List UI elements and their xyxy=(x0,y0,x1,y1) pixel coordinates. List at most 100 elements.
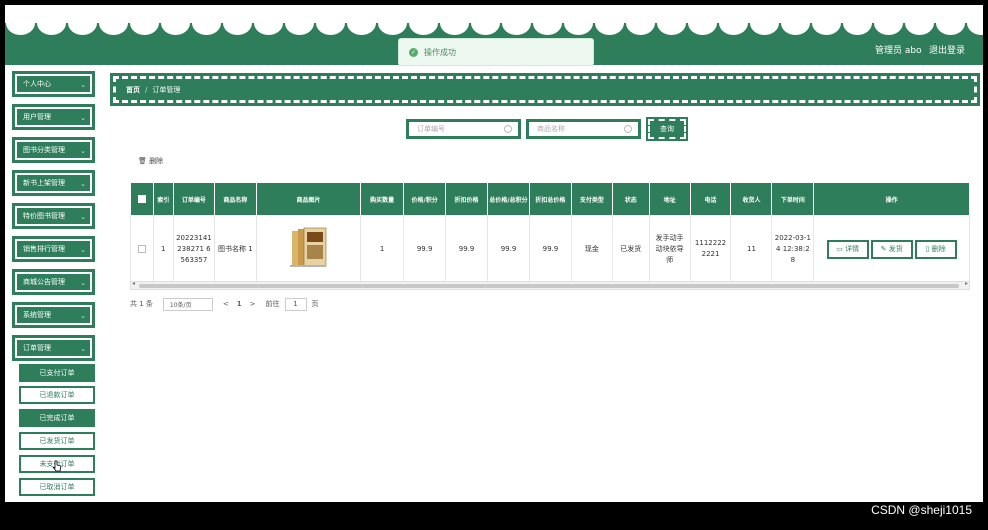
sidebar-item-system-management[interactable]: 系统管理 ⌄ xyxy=(12,302,95,328)
chevron-down-icon: ⌄ xyxy=(80,147,86,155)
query-button[interactable]: 查询 xyxy=(646,117,688,141)
sidebar-item-label: 特价图书管理 xyxy=(23,212,65,220)
column-header: 购买数量 xyxy=(360,182,405,216)
sidebar-item-label: 订单管理 xyxy=(23,344,51,352)
cell-status: 已发货 xyxy=(611,215,650,283)
column-header: 操作 xyxy=(813,182,970,216)
check-icon: ✓ xyxy=(409,47,418,57)
sidebar-item-announcements[interactable]: 商城公告管理 ⌄ xyxy=(12,269,95,295)
column-header: 下单时间 xyxy=(771,182,815,216)
success-toast: ✓ 操作成功 xyxy=(398,38,594,66)
trash-icon: ▯ xyxy=(925,244,930,253)
prev-page-button[interactable]: < xyxy=(223,300,229,308)
chevron-down-icon: ⌄ xyxy=(80,246,86,254)
sidebar-item-label: 个人中心 xyxy=(23,80,51,88)
column-header: 价格/积分 xyxy=(403,182,447,216)
table-row: 1 20223141238271 6563357 图书名称 1 1 99.9 9… xyxy=(130,215,970,283)
sidebar-item-order-management[interactable]: 订单管理 ⌄ xyxy=(12,335,95,361)
detail-icon: ▭ xyxy=(836,244,843,253)
sidebar-item-label: 销售排行管理 xyxy=(23,245,65,253)
current-page[interactable]: 1 xyxy=(237,300,242,308)
bottom-letterbox xyxy=(0,502,988,530)
chevron-down-icon: ⌄ xyxy=(80,345,86,353)
order-no-placeholder: 订单编号 xyxy=(417,125,445,133)
toast-message: 操作成功 xyxy=(424,47,456,57)
column-header: 状态 xyxy=(611,182,650,216)
breadcrumb: 首页 / 订单管理 xyxy=(110,73,980,106)
sidebar-item-label: 商城公告管理 xyxy=(23,278,65,286)
batch-delete-button[interactable]: 🗑 删除 xyxy=(138,156,163,166)
cell-phone: 11122222221 xyxy=(689,215,732,283)
column-header: 支付类型 xyxy=(570,182,613,216)
select-all-header[interactable] xyxy=(130,182,154,216)
product-name-search-input[interactable]: 商品名称 xyxy=(526,119,641,139)
column-header: 商品名称 xyxy=(213,182,257,216)
sidebar-subitem-paid-orders[interactable]: 已支付订单 xyxy=(19,364,95,382)
ship-button[interactable]: ✎ 发货 xyxy=(870,239,913,259)
sidebar: 个人中心 ⌄ 用户管理 ⌄ 图书分类管理 ⌄ 新书上架管理 ⌄ 特价图书管理 ⌄ 销售排行… xyxy=(5,65,105,502)
delete-row-label: 删除 xyxy=(931,244,946,253)
sidebar-item-sales-ranking[interactable]: 销售排行管理 ⌄ xyxy=(12,236,95,262)
batch-delete-label: 删除 xyxy=(149,157,164,165)
sidebar-item-new-books[interactable]: 新书上架管理 ⌄ xyxy=(12,170,95,196)
ship-label: 发货 xyxy=(888,244,903,253)
header: ✓ 操作成功 管理员 abo 退出登录 xyxy=(5,5,983,66)
sidebar-item-personal-center[interactable]: 个人中心 ⌄ xyxy=(12,71,95,97)
sidebar-item-label: 新书上架管理 xyxy=(23,179,65,187)
chevron-down-icon: ⌄ xyxy=(80,213,86,221)
chevron-down-icon: ⌄ xyxy=(80,180,86,188)
column-header: 商品图片 xyxy=(255,182,362,216)
breadcrumb-separator: / xyxy=(145,85,148,94)
cell-receiver: 11 xyxy=(730,215,773,283)
scrollbar-thumb[interactable] xyxy=(139,284,959,288)
column-header: 订单编号 xyxy=(172,182,215,216)
select-all-checkbox[interactable] xyxy=(137,195,146,203)
edit-icon: ✎ xyxy=(880,244,887,253)
cell-price: 99.9 xyxy=(403,215,447,283)
cell-discount-total: 99.9 xyxy=(528,215,572,283)
detail-button[interactable]: ▭ 详情 xyxy=(826,239,869,259)
table-header-row: 索引 订单编号 商品名称 商品图片 购买数量 价格/积分 折扣价格 总价格/总积… xyxy=(130,182,970,216)
cell-index: 1 xyxy=(152,215,174,283)
cell-pay-type: 现金 xyxy=(570,215,613,283)
sidebar-subitem-shipped-orders[interactable]: 已发货订单 xyxy=(19,432,95,450)
sidebar-subitem-completed-orders[interactable]: 已完成订单 xyxy=(19,409,95,427)
next-page-button[interactable]: > xyxy=(250,300,256,308)
watermark: CSDN @sheji1015 xyxy=(871,503,972,517)
goto-page-input[interactable]: 1 xyxy=(284,297,307,311)
chevron-down-icon: ⌄ xyxy=(80,312,86,320)
scroll-right-icon[interactable]: ▸ xyxy=(965,280,968,287)
cell-product-name: 图书名称 1 xyxy=(213,215,257,283)
row-select-cell[interactable] xyxy=(130,215,154,283)
row-checkbox[interactable] xyxy=(137,244,146,253)
cell-order-time: 2022-03-14 12:38:28 xyxy=(771,215,815,283)
logout-link[interactable]: 退出登录 xyxy=(929,43,965,56)
horizontal-scrollbar[interactable]: ◂ ▸ xyxy=(130,280,970,290)
page-suffix: 页 xyxy=(311,300,319,308)
clear-icon xyxy=(624,125,632,133)
cell-product-image xyxy=(255,215,362,283)
cell-quantity: 1 xyxy=(360,215,405,283)
column-header: 收货人 xyxy=(730,182,773,216)
sidebar-item-book-category[interactable]: 图书分类管理 ⌄ xyxy=(12,137,95,163)
scroll-left-icon[interactable]: ◂ xyxy=(132,280,135,287)
mouse-cursor-icon xyxy=(52,460,62,472)
sidebar-item-label: 图书分类管理 xyxy=(23,146,65,154)
book-cover-image xyxy=(290,227,327,267)
column-header: 折扣价格 xyxy=(445,182,489,216)
breadcrumb-home[interactable]: 首页 xyxy=(126,85,140,95)
order-no-search-input[interactable]: 订单编号 xyxy=(406,119,521,139)
cell-address: 发手动手动块依导师 xyxy=(648,215,691,283)
chevron-down-icon: ⌄ xyxy=(80,114,86,122)
sidebar-subitem-refunded-orders[interactable]: 已退款订单 xyxy=(19,386,95,404)
sidebar-subitem-cancelled-orders[interactable]: 已取消订单 xyxy=(19,478,95,496)
page-size-select[interactable]: 10条/页 xyxy=(162,297,213,311)
cell-actions: ▭ 详情 ✎ 发货 ▯ 删除 xyxy=(813,215,970,283)
sidebar-item-special-books[interactable]: 特价图书管理 ⌄ xyxy=(12,203,95,229)
goto-label: 前往 xyxy=(265,300,280,308)
cell-discount-price: 99.9 xyxy=(445,215,489,283)
cell-total: 99.9 xyxy=(487,215,530,283)
trash-icon: 🗑 xyxy=(138,157,147,165)
delete-row-button[interactable]: ▯ 删除 xyxy=(914,239,957,259)
sidebar-item-user-management[interactable]: 用户管理 ⌄ xyxy=(12,104,95,130)
